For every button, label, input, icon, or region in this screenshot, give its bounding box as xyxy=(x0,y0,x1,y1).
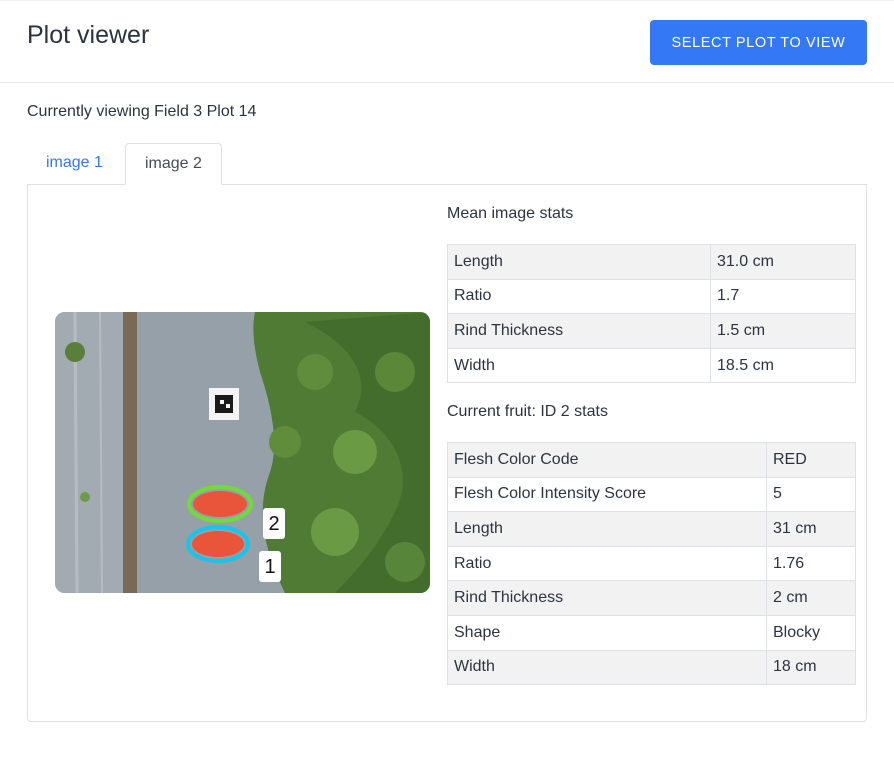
stat-value: 5 xyxy=(766,476,856,513)
table-row: Width 18.5 cm xyxy=(447,347,856,384)
table-row: Length 31.0 cm xyxy=(447,244,856,280)
stat-value: Blocky xyxy=(766,614,856,651)
table-row: Length 31 cm xyxy=(447,511,856,547)
stat-value: 1.76 xyxy=(766,545,856,582)
fruit-label-1-text: 1 xyxy=(264,556,275,578)
stat-value: 18 cm xyxy=(766,649,856,686)
stat-value: 2 cm xyxy=(766,580,856,616)
fruit-stats-title: Current fruit: ID 2 stats xyxy=(447,403,608,421)
stat-key: Width xyxy=(447,649,767,686)
select-plot-button[interactable]: SELECT PLOT TO VIEW xyxy=(650,20,867,65)
table-row: Flesh Color Code RED xyxy=(447,442,856,478)
stat-value: 31 cm xyxy=(766,511,856,547)
stat-key: Length xyxy=(447,511,767,547)
stat-key: Rind Thickness xyxy=(447,313,711,349)
tab-image-1[interactable]: image 1 xyxy=(27,143,122,185)
table-row: Ratio 1.76 xyxy=(447,545,856,582)
page-header: Plot viewer SELECT PLOT TO VIEW xyxy=(0,0,894,83)
plot-image[interactable]: 2 1 xyxy=(55,312,430,593)
tab-image-2[interactable]: image 2 xyxy=(125,143,222,185)
table-row: Width 18 cm xyxy=(447,649,856,686)
mean-stats-title: Mean image stats xyxy=(447,205,574,222)
mean-stats-table: Length 31.0 cm Ratio 1.7 Rind Thickness … xyxy=(447,244,856,384)
stat-key: Flesh Color Code xyxy=(447,442,767,478)
table-row: Rind Thickness 2 cm xyxy=(447,580,856,616)
image-tabs: image 1 image 2 xyxy=(27,143,867,185)
page-title: Plot viewer xyxy=(27,21,150,49)
stat-key: Rind Thickness xyxy=(447,580,767,616)
stat-key: Width xyxy=(447,347,711,384)
stat-key: Shape xyxy=(447,614,767,651)
table-row: Rind Thickness 1.5 cm xyxy=(447,313,856,349)
fruit-stats-table: Flesh Color Code RED Flesh Color Intensi… xyxy=(447,442,856,686)
stat-value: RED xyxy=(766,442,856,478)
stat-value: 31.0 cm xyxy=(710,244,856,280)
table-row: Flesh Color Intensity Score 5 xyxy=(447,476,856,513)
fruit-title-id: ID 2 xyxy=(540,403,570,420)
table-row: Shape Blocky xyxy=(447,614,856,651)
table-row: Ratio 1.7 xyxy=(447,278,856,315)
stat-key: Ratio xyxy=(447,278,711,315)
fruit-label-2-text: 2 xyxy=(268,513,279,535)
stat-value: 1.5 cm xyxy=(710,313,856,349)
stat-value: 1.7 xyxy=(710,278,856,315)
fruit-title-suffix: stats xyxy=(569,403,608,420)
current-plot-text: Currently viewing Field 3 Plot 14 xyxy=(27,103,257,120)
stat-key: Flesh Color Intensity Score xyxy=(447,476,767,513)
fruit-title-prefix: Current fruit: xyxy=(447,403,541,420)
stat-value: 18.5 cm xyxy=(710,347,856,384)
stat-key: Ratio xyxy=(447,545,767,582)
stat-key: Length xyxy=(447,244,711,280)
